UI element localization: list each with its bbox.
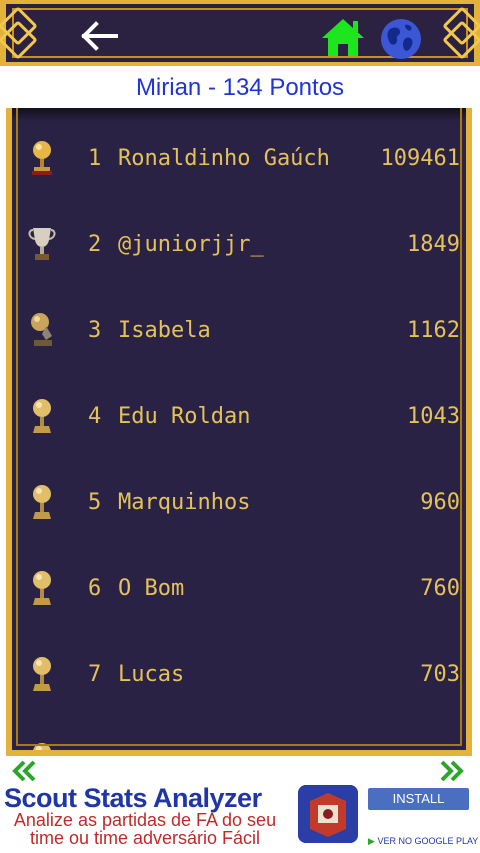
player-name: @juniorjjr_ — [118, 232, 264, 257]
player-points: 1043 — [405, 404, 460, 429]
previous-page-button[interactable] — [10, 759, 38, 783]
ranking-row[interactable]: 2 @juniorjjr_ 1849 — [12, 224, 466, 310]
player-trophy-icon — [31, 313, 52, 346]
install-button[interactable]: INSTALL — [368, 788, 469, 810]
ball-trophy-icon — [33, 571, 51, 605]
app-icon[interactable] — [298, 785, 358, 843]
scout-app-icon — [298, 785, 358, 843]
ball-trophy-icon — [33, 657, 51, 691]
next-page-button[interactable] — [438, 759, 466, 783]
player-points: 960 — [418, 490, 460, 515]
gold-ball-trophy-icon — [32, 141, 52, 175]
rank-position: 6 — [88, 576, 102, 601]
double-chevron-left-icon — [12, 760, 36, 782]
player-points: 703 — [418, 662, 460, 687]
rank-position: 8 — [88, 748, 101, 750]
google-play-link[interactable]: ▶ VER NO GOOGLE PLAY — [368, 836, 478, 847]
ball-trophy-icon — [33, 485, 51, 519]
player-score-header: Mirian - 134 Pontos — [135, 74, 345, 101]
rank-position: 7 — [88, 662, 102, 687]
cup-trophy-icon — [28, 228, 56, 260]
back-button[interactable] — [76, 20, 120, 52]
player-points: 760 — [418, 576, 460, 601]
rank-position: 2 — [88, 232, 102, 257]
ad-banner[interactable]: Scout Stats Analyzer Analize as partidas… — [0, 783, 480, 853]
player-points: 1849 — [405, 232, 460, 257]
ranking-row[interactable]: 8 — [12, 740, 466, 750]
player-name: Marquinhos — [118, 490, 251, 515]
double-chevron-right-icon — [440, 760, 464, 782]
ball-trophy-icon — [33, 743, 51, 750]
player-points: 109461 — [378, 146, 460, 171]
pager — [0, 757, 480, 785]
ranking-board: 1 Ronaldinho Gaúch 109461 2 @juniorjjr_ … — [6, 108, 472, 756]
play-store-icon: ▶ — [368, 836, 375, 846]
ranking-row[interactable]: 6 O Bom 760 — [12, 568, 466, 654]
home-icon — [322, 19, 364, 56]
arrow-left-icon — [81, 21, 118, 51]
player-name: Ronaldinho Gaúch — [118, 146, 330, 171]
rank-position: 4 — [88, 404, 102, 429]
globe-icon — [381, 19, 421, 59]
home-button[interactable] — [320, 16, 366, 58]
ranking-row[interactable]: 5 Marquinhos 960 — [12, 482, 466, 568]
ball-trophy-icon — [33, 399, 51, 433]
ranking-row[interactable]: 7 Lucas 703 — [12, 654, 466, 740]
rank-position: 5 — [88, 490, 102, 515]
ranking-row[interactable]: 1 Ronaldinho Gaúch 109461 — [12, 138, 466, 224]
player-name: O Bom — [118, 576, 185, 601]
ranking-row[interactable]: 3 Isabela 1162 — [12, 310, 466, 396]
ad-subtitle[interactable]: Analize as partidas de FA do seu time ou… — [0, 811, 290, 847]
ranking-row[interactable]: 4 Edu Roldan 1043 — [12, 396, 466, 482]
top-bar — [0, 0, 480, 66]
rank-position: 1 — [88, 146, 102, 171]
world-ranking-button[interactable] — [380, 18, 422, 60]
rank-position: 3 — [88, 318, 102, 343]
player-name: Edu Roldan — [118, 404, 251, 429]
player-name: Lucas — [118, 662, 185, 687]
google-play-label: VER NO GOOGLE PLAY — [377, 836, 479, 846]
player-points: 1162 — [405, 318, 460, 343]
player-name: Isabela — [118, 318, 211, 343]
